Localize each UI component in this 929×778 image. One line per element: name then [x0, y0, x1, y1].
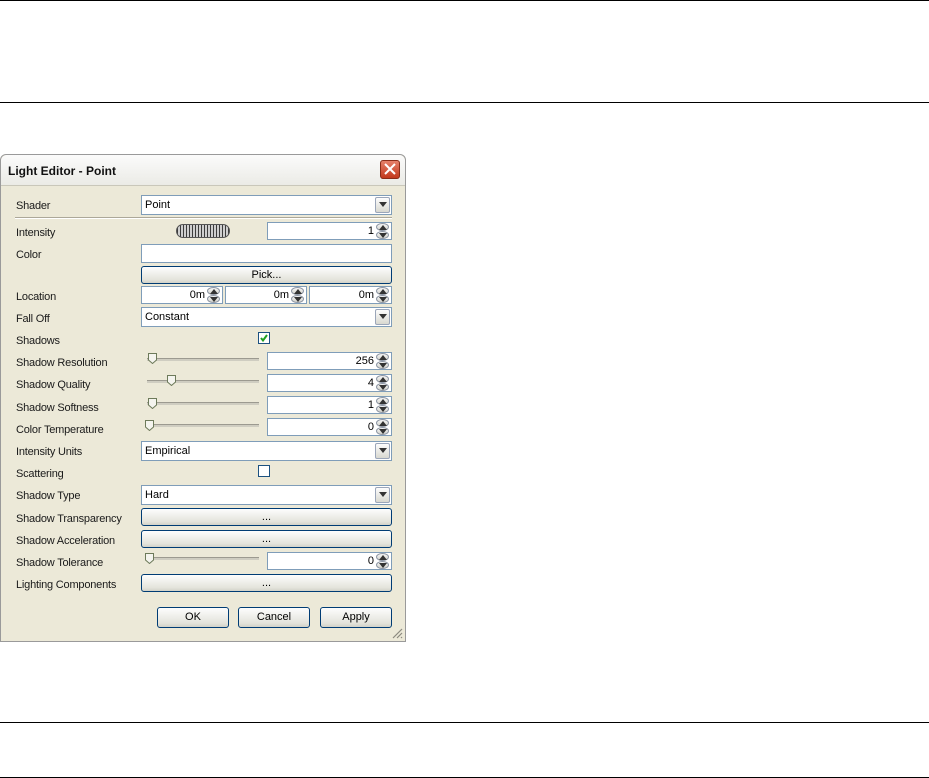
header-rule	[0, 102, 929, 103]
apply-button[interactable]: Apply	[320, 607, 392, 628]
spin-down-icon[interactable]	[207, 295, 220, 303]
location-label: Location	[16, 291, 56, 303]
scattering-label: Scattering	[16, 468, 64, 480]
slider-thumb-icon[interactable]	[167, 375, 176, 386]
intensity-value: 1	[367, 225, 374, 237]
intensity-spinner[interactable]: 1	[267, 222, 392, 240]
chevron-down-icon[interactable]	[375, 197, 390, 213]
spin-up-icon[interactable]	[291, 287, 304, 295]
close-icon	[384, 163, 396, 175]
intensity-label: Intensity	[16, 227, 56, 239]
intensity-units-dropdown[interactable]: Empirical	[141, 441, 392, 461]
spin-down-icon[interactable]	[376, 361, 389, 369]
shadow-tolerance-spinner[interactable]: 0	[267, 552, 392, 570]
color-temperature-label: Color Temperature	[16, 424, 104, 436]
top-rule	[0, 0, 929, 1]
slider-thumb-icon[interactable]	[145, 553, 154, 564]
shadow-resolution-spinner[interactable]: 256	[267, 352, 392, 370]
spin-up-icon[interactable]	[376, 553, 389, 561]
spin-down-icon[interactable]	[376, 383, 389, 391]
shadow-quality-slider-track[interactable]	[147, 380, 259, 383]
separator	[15, 217, 392, 219]
spin-down-icon[interactable]	[376, 561, 389, 569]
shadow-acceleration-label: Shadow Acceleration	[16, 535, 115, 547]
cancel-button[interactable]: Cancel	[238, 607, 310, 628]
location-z-spinner[interactable]: 0m	[309, 286, 392, 304]
spin-up-icon[interactable]	[376, 353, 389, 361]
shadow-type-label: Shadow Type	[16, 490, 81, 502]
spin-down-icon[interactable]	[376, 405, 389, 413]
dialog-title: Light Editor - Point	[8, 164, 116, 178]
color-temperature-slider-track[interactable]	[147, 424, 259, 427]
fall-off-value: Constant	[145, 311, 190, 323]
intensity-jog-dial[interactable]	[176, 224, 230, 238]
shadow-quality-value: 4	[367, 377, 374, 389]
spin-down-icon[interactable]	[376, 295, 389, 303]
shader-value: Point	[145, 199, 171, 211]
color-temperature-spinner[interactable]: 0	[267, 418, 392, 436]
shadows-checkbox[interactable]	[258, 332, 270, 344]
shadow-transparency-label: Shadow Transparency	[16, 513, 122, 525]
spin-down-icon[interactable]	[376, 231, 389, 239]
scattering-checkbox[interactable]	[258, 465, 270, 477]
shadow-softness-value: 1	[367, 399, 374, 411]
shader-dropdown[interactable]: Point	[141, 195, 392, 215]
spin-down-icon[interactable]	[291, 295, 304, 303]
shadow-quality-spinner[interactable]: 4	[267, 374, 392, 392]
shadow-softness-slider-track[interactable]	[147, 402, 259, 405]
shadow-softness-spinner[interactable]: 1	[267, 396, 392, 414]
spin-up-icon[interactable]	[376, 397, 389, 405]
location-x-value: 0m	[189, 289, 205, 301]
lighting-components-button[interactable]: ...	[141, 574, 392, 592]
chevron-down-icon[interactable]	[375, 443, 390, 459]
resize-grip-icon[interactable]	[392, 628, 403, 639]
shadow-type-dropdown[interactable]: Hard	[141, 485, 392, 505]
light-editor-dialog: Light Editor - Point Shader Point Intens…	[0, 154, 406, 642]
chevron-down-icon[interactable]	[375, 487, 390, 503]
title-bar[interactable]: Light Editor - Point	[1, 155, 405, 186]
shadow-tolerance-value: 0	[367, 555, 374, 567]
fall-off-label: Fall Off	[16, 313, 50, 325]
color-temperature-value: 0	[367, 421, 374, 433]
intensity-units-label: Intensity Units	[16, 446, 83, 458]
check-icon	[260, 334, 268, 343]
shadow-acceleration-button[interactable]: ...	[141, 530, 392, 548]
spin-up-icon[interactable]	[376, 223, 389, 231]
location-y-value: 0m	[273, 289, 289, 301]
slider-thumb-icon[interactable]	[148, 398, 157, 409]
shadow-tolerance-label: Shadow Tolerance	[16, 557, 104, 569]
shadow-tolerance-slider-track[interactable]	[147, 557, 259, 560]
location-y-spinner[interactable]: 0m	[225, 286, 307, 304]
lighting-components-label: Lighting Components	[16, 579, 117, 591]
spin-up-icon[interactable]	[376, 419, 389, 427]
location-x-spinner[interactable]: 0m	[141, 286, 223, 304]
intensity-units-value: Empirical	[145, 445, 191, 457]
shadow-type-value: Hard	[145, 489, 169, 501]
shader-label: Shader	[16, 200, 51, 212]
spin-up-icon[interactable]	[207, 287, 220, 295]
shadow-resolution-value: 256	[355, 355, 374, 367]
spin-up-icon[interactable]	[376, 375, 389, 383]
shadow-quality-label: Shadow Quality	[16, 379, 91, 391]
spin-up-icon[interactable]	[376, 287, 389, 295]
slider-thumb-icon[interactable]	[148, 353, 157, 364]
pick-color-button[interactable]: Pick...	[141, 266, 392, 284]
shadow-resolution-slider-track[interactable]	[147, 358, 259, 361]
shadow-transparency-button[interactable]: ...	[141, 508, 392, 526]
location-z-value: 0m	[358, 289, 374, 301]
footer-rule-top	[0, 722, 929, 723]
chevron-down-icon[interactable]	[375, 309, 390, 325]
slider-thumb-icon[interactable]	[145, 420, 154, 431]
color-swatch[interactable]	[141, 244, 392, 263]
shadow-softness-label: Shadow Softness	[16, 402, 99, 414]
fall-off-dropdown[interactable]: Constant	[141, 307, 392, 327]
shadows-label: Shadows	[16, 335, 60, 347]
close-button[interactable]	[380, 160, 400, 179]
spin-down-icon[interactable]	[376, 427, 389, 435]
shadow-resolution-label: Shadow Resolution	[16, 357, 108, 369]
ok-button[interactable]: OK	[157, 607, 229, 628]
color-label: Color	[16, 249, 42, 261]
